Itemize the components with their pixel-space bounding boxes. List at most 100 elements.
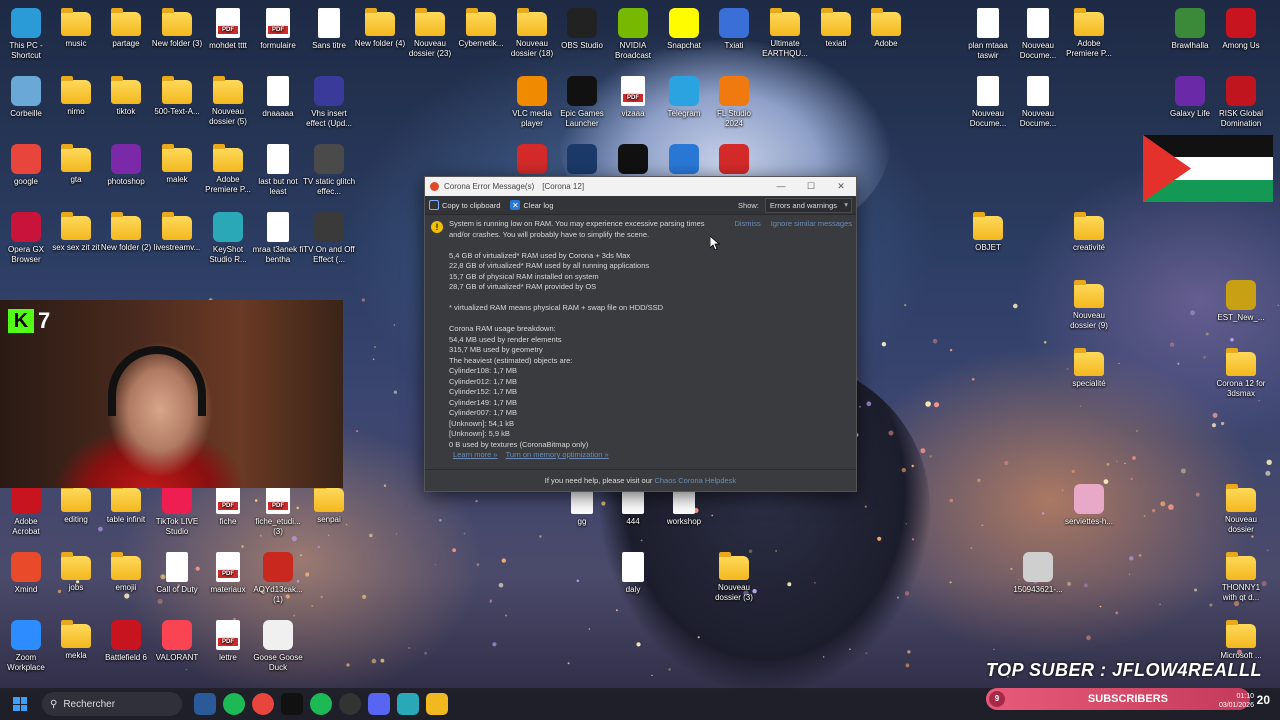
desktop-icon-last-but-not-least[interactable]: last but not least [252, 144, 304, 197]
desktop-icon-livestreamv[interactable]: livestreamv... [151, 212, 203, 253]
desktop-icon-nouveau-dossier[interactable]: Nouveau dossier [1215, 484, 1267, 535]
desktop-icon-est-new[interactable]: EST_New_... [1215, 280, 1267, 323]
desktop-icon-telegram[interactable]: Telegram [658, 76, 710, 119]
desktop-icon-tv-static-glitch-effec[interactable]: TV static glitch effec... [303, 144, 355, 197]
desktop-icon-nouveau-dossier-23[interactable]: Nouveau dossier (23) [404, 8, 456, 59]
desktop-icon-editing[interactable]: editing [50, 484, 102, 525]
clear-log-button[interactable]: ✕ Clear log [510, 200, 553, 210]
system-clock[interactable]: 01:10 03/01/2026 [1219, 692, 1254, 710]
desktop-icon-dnaaaaa[interactable]: dnaaaaa [252, 76, 304, 119]
desktop-icon-materiaux[interactable]: materiaux [202, 552, 254, 595]
desktop-icon-adobe-premiere-p[interactable]: Adobe Premiere P... [1063, 8, 1115, 59]
desktop-icon-mraa-t3anek-fi-bentha[interactable]: mraa t3anek fi bentha [252, 212, 304, 265]
desktop-icon-vhs-insert-effect-upd[interactable]: Vhs insert effect (Upd... [303, 76, 355, 129]
desktop-icon-adobe-premiere-p[interactable]: Adobe Premiere P... [202, 144, 254, 195]
desktop-icon-nouveau-docume[interactable]: Nouveau Docume... [1012, 8, 1064, 61]
desktop-icon-vlc-media-player[interactable]: VLC media player [506, 76, 558, 129]
desktop-icon-call-of-duty[interactable]: Call of Duty [151, 552, 203, 595]
taskbar-chrome-icon[interactable] [252, 693, 274, 715]
desktop-icon-lettre[interactable]: lettre [202, 620, 254, 663]
desktop-icon-nouveau-docume[interactable]: Nouveau Docume... [962, 76, 1014, 129]
desktop-icon-this-pc-shortcut[interactable]: This PC - Shortcut [0, 8, 52, 61]
desktop-icon-photoshop[interactable]: photoshop [100, 144, 152, 187]
desktop-icon-google[interactable]: google [0, 144, 52, 187]
desktop-icon-app-48[interactable] [607, 144, 659, 177]
dialog-titlebar[interactable]: Corona Error Message(s) [Corona 12] — ☐ … [425, 177, 856, 196]
desktop-icon-150943621[interactable]: 150943621-... [1012, 552, 1064, 595]
desktop-icon-music[interactable]: music [50, 8, 102, 49]
taskbar-3dsmax-icon[interactable] [397, 693, 419, 715]
desktop-icon-txiati[interactable]: Txiati [708, 8, 760, 51]
desktop-icon-new-folder-3[interactable]: New folder (3) [151, 8, 203, 49]
learn-more-link[interactable]: Learn more » [453, 450, 498, 461]
desktop-icon-thonny1-with-qt-d[interactable]: THONNY1 with qt d... [1215, 552, 1267, 603]
desktop-icon-500-text-a[interactable]: 500-Text-A... [151, 76, 203, 117]
desktop-icon-app-47[interactable] [556, 144, 608, 177]
desktop-icon-zoom-workplace[interactable]: Zoom Workplace [0, 620, 52, 673]
helpdesk-link[interactable]: Chaos Corona Helpdesk [654, 476, 736, 485]
desktop-icon-goose-goose-duck[interactable]: Goose Goose Duck [252, 620, 304, 673]
taskbar-spotify2-icon[interactable] [310, 693, 332, 715]
desktop-icon-mohdet-tttt[interactable]: mohdet tttt [202, 8, 254, 51]
desktop-icon-texiati[interactable]: texiati [810, 8, 862, 49]
start-button[interactable] [8, 692, 32, 716]
desktop-icon-partage[interactable]: partage [100, 8, 152, 49]
copy-to-clipboard-button[interactable]: Copy to clipboard [429, 200, 500, 210]
desktop-icon-tiktok-live-studio[interactable]: TikTok LIVE Studio [151, 484, 203, 537]
desktop-icon-valorant[interactable]: VALORANT [151, 620, 203, 663]
desktop-icon-jobs[interactable]: jobs [50, 552, 102, 593]
desktop-icon-tiktok[interactable]: tiktok [100, 76, 152, 117]
desktop-icon-corona-12-for-3dsmax[interactable]: Corona 12 for 3dsmax [1215, 348, 1267, 399]
desktop-icon-nouveau-dossier-18[interactable]: Nouveau dossier (18) [506, 8, 558, 59]
desktop-icon-gta[interactable]: gta [50, 144, 102, 185]
taskbar-search[interactable]: ⚲ Rechercher [42, 692, 182, 716]
desktop-icon-fl-studio-2024[interactable]: FL Studio 2024 [708, 76, 760, 129]
desktop-icon-objet[interactable]: OBJET [962, 212, 1014, 253]
desktop-icon-daly[interactable]: daly [607, 552, 659, 595]
desktop-icon-fiche[interactable]: fiche [202, 484, 254, 527]
desktop-icon-xmind[interactable]: Xmind [0, 552, 52, 595]
desktop-icon-sex-sex-zit-zit[interactable]: sex sex zit zit [50, 212, 102, 253]
desktop-icon-brawlhalla[interactable]: Brawlhalla [1164, 8, 1216, 51]
desktop-icon-adobe[interactable]: Adobe [860, 8, 912, 49]
desktop-icon-mekla[interactable]: mekla [50, 620, 102, 661]
desktop-icon-cybernetik[interactable]: Cybernetik... [455, 8, 507, 49]
desktop-icon-galaxy-life[interactable]: Galaxy Life [1164, 76, 1216, 119]
desktop-icon-battlefield-6[interactable]: Battlefield 6 [100, 620, 152, 663]
taskbar-tiktok-icon[interactable] [281, 693, 303, 715]
maximize-button[interactable]: ☐ [796, 177, 826, 196]
desktop-icon-specialit[interactable]: specialité [1063, 348, 1115, 389]
desktop-icon-epic-games-launcher[interactable]: Epic Games Launcher [556, 76, 608, 129]
desktop-icon-adobe-acrobat[interactable]: Adobe Acrobat [0, 484, 52, 537]
desktop-icon-plan-mtaaa-taswir[interactable]: plan mtaaa taswir [962, 8, 1014, 61]
dismiss-link[interactable]: Dismiss [734, 219, 760, 228]
desktop-icon-corbeille[interactable]: Corbeille [0, 76, 52, 119]
desktop-icon-app-50[interactable] [708, 144, 760, 177]
notification-badge[interactable]: 20 [1257, 693, 1270, 707]
memory-optimization-link[interactable]: Turn on memory optimization » [506, 450, 609, 461]
desktop-icon-nouveau-docume[interactable]: Nouveau Docume... [1012, 76, 1064, 129]
desktop-icon-risk-global-domination[interactable]: RISK Global Domination [1215, 76, 1267, 129]
desktop-icon-opera-gx-browser[interactable]: Opera GX Browser [0, 212, 52, 265]
taskbar-discord-icon[interactable] [368, 693, 390, 715]
desktop-icon-new-folder-2[interactable]: New folder (2) [100, 212, 152, 253]
taskbar-spotify-icon[interactable] [223, 693, 245, 715]
desktop-icon-app-49[interactable] [658, 144, 710, 177]
taskbar-explorer-icon[interactable] [426, 693, 448, 715]
minimize-button[interactable]: — [766, 177, 796, 196]
desktop-icon-app-46[interactable] [506, 144, 558, 177]
desktop-icon-malek[interactable]: malek [151, 144, 203, 185]
close-button[interactable]: ✕ [826, 177, 856, 196]
desktop-icon-nvidia-broadcast[interactable]: NVIDIA Broadcast [607, 8, 659, 61]
show-filter-select[interactable]: Errors and warnings [764, 197, 852, 213]
desktop-icon-senpai[interactable]: senpai [303, 484, 355, 525]
desktop-icon-formulaire[interactable]: formulaire [252, 8, 304, 51]
desktop-icon-emojii[interactable]: emojii [100, 552, 152, 593]
desktop-icon-sans-titre[interactable]: Sans titre [303, 8, 355, 51]
desktop-icon-nouveau-dossier-9[interactable]: Nouveau dossier (9) [1063, 280, 1115, 331]
desktop-icon-snapchat[interactable]: Snapchat [658, 8, 710, 51]
desktop-icon-nouveau-dossier-3[interactable]: Nouveau dossier (3) [708, 552, 760, 603]
desktop-icon-fiche-etudi-3[interactable]: fiche_etudi... (3) [252, 484, 304, 537]
taskbar-edge-icon[interactable] [194, 693, 216, 715]
desktop-icon-keyshot-studio-r[interactable]: KeyShot Studio R... [202, 212, 254, 265]
